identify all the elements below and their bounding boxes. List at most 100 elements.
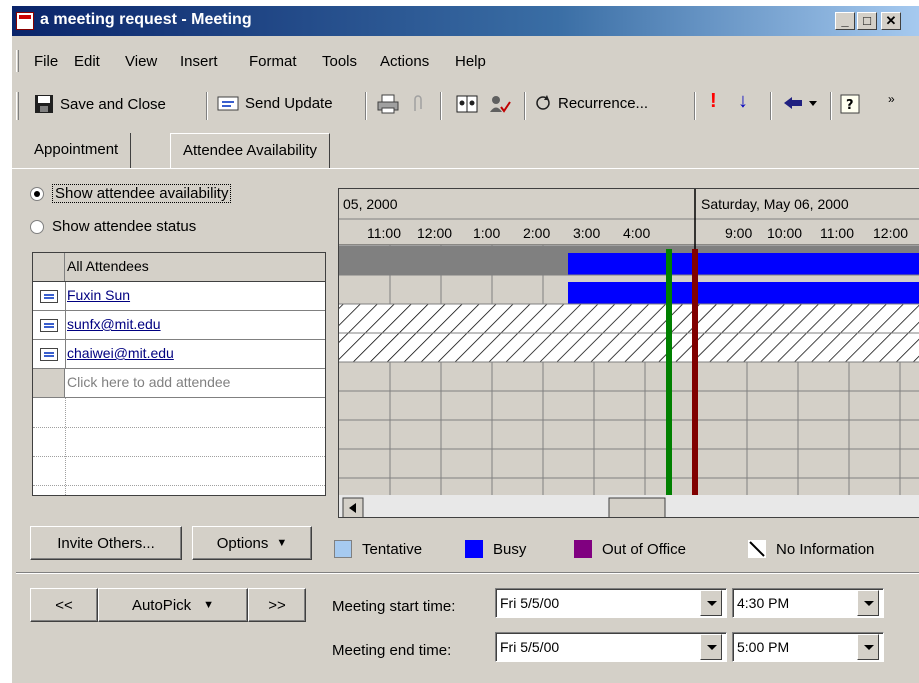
- navigation-button[interactable]: [784, 94, 820, 112]
- legend-busy: Busy: [465, 540, 526, 558]
- address-book-icon: [456, 95, 478, 113]
- maximize-button[interactable]: □: [857, 12, 877, 30]
- attendee-row[interactable]: Fuxin Sun: [33, 282, 325, 311]
- options-button[interactable]: Options ▼: [192, 526, 312, 560]
- high-importance-button[interactable]: !: [710, 90, 717, 113]
- empty-rows-divider: [65, 398, 66, 495]
- address-book-button[interactable]: [456, 94, 478, 114]
- availability-radio[interactable]: [30, 186, 44, 201]
- autopick-button[interactable]: AutoPick ▼: [98, 588, 248, 622]
- mail-icon: [40, 290, 58, 303]
- end-date-field[interactable]: Fri 5/5/00: [495, 632, 727, 662]
- toolbar-separator: [524, 92, 526, 120]
- menu-view[interactable]: View: [125, 53, 157, 70]
- legend-out-of-office: Out of Office: [574, 540, 686, 558]
- previous-button[interactable]: <<: [30, 588, 98, 622]
- attendee-name[interactable]: Fuxin Sun: [67, 287, 130, 303]
- chevron-right-icon: »: [888, 92, 895, 106]
- attach-button[interactable]: [412, 94, 424, 114]
- busy-label: Busy: [493, 540, 527, 558]
- tab-appointment[interactable]: Appointment: [22, 133, 132, 169]
- empty-rows-bg: [339, 362, 919, 495]
- send-update-button[interactable]: Send Update: [217, 94, 333, 112]
- menu-edit[interactable]: Edit: [74, 53, 100, 70]
- legend-tentative: Tentative: [334, 540, 422, 558]
- attendee-row[interactable]: sunfx@mit.edu: [33, 311, 325, 340]
- start-time-dropdown[interactable]: [857, 590, 879, 616]
- empty-row-line: [33, 485, 325, 486]
- start-date-field[interactable]: Fri 5/5/00: [495, 588, 727, 618]
- no-information-swatch: [748, 540, 766, 558]
- next-button[interactable]: >>: [248, 588, 306, 622]
- tab-baseline: [12, 168, 919, 169]
- menu-help[interactable]: Help: [455, 53, 486, 70]
- print-button[interactable]: [377, 94, 399, 114]
- attendee-name[interactable]: sunfx@mit.edu: [67, 316, 161, 332]
- meeting-start-line[interactable]: [666, 249, 672, 495]
- attendee-row[interactable]: chaiwei@mit.edu: [33, 340, 325, 369]
- help-icon: ?: [840, 94, 860, 114]
- save-and-close-button[interactable]: Save and Close: [34, 94, 166, 114]
- toolbar-overflow-button[interactable]: »: [888, 92, 895, 106]
- start-date-dropdown[interactable]: [700, 590, 722, 616]
- column-divider: [65, 282, 66, 310]
- menu-tools[interactable]: Tools: [322, 53, 357, 70]
- meeting-end-line[interactable]: [692, 249, 698, 495]
- minimize-button[interactable]: _: [835, 12, 855, 30]
- next-label: >>: [268, 596, 286, 614]
- recurrence-button[interactable]: Recurrence...: [534, 94, 648, 112]
- calendar-icon: [16, 12, 34, 30]
- legend-no-information: No Information: [748, 540, 874, 558]
- invite-others-button[interactable]: Invite Others...: [30, 526, 182, 560]
- svg-text:?: ?: [846, 98, 854, 113]
- menu-format[interactable]: Format: [249, 53, 297, 70]
- check-names-icon: [490, 96, 511, 113]
- hour-label: 11:00: [367, 225, 401, 241]
- availability-timeline[interactable]: 05, 2000 Saturday, May 06, 2000 11:00 12…: [338, 188, 919, 518]
- exclamation-icon: !: [710, 90, 717, 112]
- previous-label: <<: [55, 596, 73, 614]
- toolbar-separator: [365, 92, 367, 120]
- menu-insert[interactable]: Insert: [180, 53, 218, 70]
- tab-attendee-availability[interactable]: Attendee Availability: [170, 133, 330, 169]
- add-attendee-row[interactable]: Click here to add attendee: [33, 369, 325, 398]
- out-of-office-label: Out of Office: [602, 540, 686, 558]
- low-importance-button[interactable]: ↓: [738, 90, 748, 113]
- tentative-label: Tentative: [362, 540, 423, 558]
- hour-label: 4:00: [623, 225, 651, 241]
- toolbar-separator: [694, 92, 696, 120]
- start-date-value: Fri 5/5/00: [500, 595, 560, 611]
- toolbar-separator: [830, 92, 832, 120]
- show-status-option[interactable]: Show attendee status: [30, 218, 196, 235]
- status-radio[interactable]: [30, 219, 44, 234]
- end-time-dropdown[interactable]: [857, 634, 879, 660]
- send-update-label: Send Update: [245, 94, 333, 112]
- menu-bar: File Edit View Insert Format Tools Actio…: [12, 48, 919, 76]
- options-label: Options: [216, 534, 269, 552]
- printer-icon: [377, 94, 399, 114]
- envelope-icon: [217, 96, 239, 111]
- all-attendees-header: All Attendees: [67, 258, 149, 274]
- add-attendee-placeholder[interactable]: Click here to add attendee: [67, 374, 230, 390]
- close-button[interactable]: ✕: [881, 12, 901, 30]
- start-time-label: Meeting start time:: [332, 598, 456, 615]
- show-availability-option[interactable]: Show attendee availability: [30, 184, 232, 203]
- end-date-dropdown[interactable]: [700, 634, 722, 660]
- meeting-window: a meeting request - Meeting _ □ ✕ File E…: [10, 6, 919, 683]
- recurrence-icon: [536, 95, 550, 110]
- tentative-swatch: [334, 540, 352, 558]
- menu-file[interactable]: File: [34, 53, 58, 70]
- attendee-header-row: All Attendees: [33, 253, 325, 282]
- check-names-button[interactable]: [488, 94, 512, 114]
- attendee-name[interactable]: chaiwei@mit.edu: [67, 345, 174, 361]
- row-selector: [33, 369, 65, 397]
- tab-strip: Appointment Attendee Availability: [12, 133, 919, 169]
- hour-label: 1:00: [473, 225, 501, 241]
- navigation-arrows-icon: [784, 97, 817, 109]
- column-divider: [65, 311, 66, 339]
- help-button[interactable]: ?: [840, 94, 862, 114]
- menu-actions[interactable]: Actions: [380, 53, 429, 70]
- hour-label: 11:00: [820, 225, 854, 241]
- day-header-1: 05, 2000: [343, 196, 398, 212]
- scroll-thumb[interactable]: [608, 497, 666, 518]
